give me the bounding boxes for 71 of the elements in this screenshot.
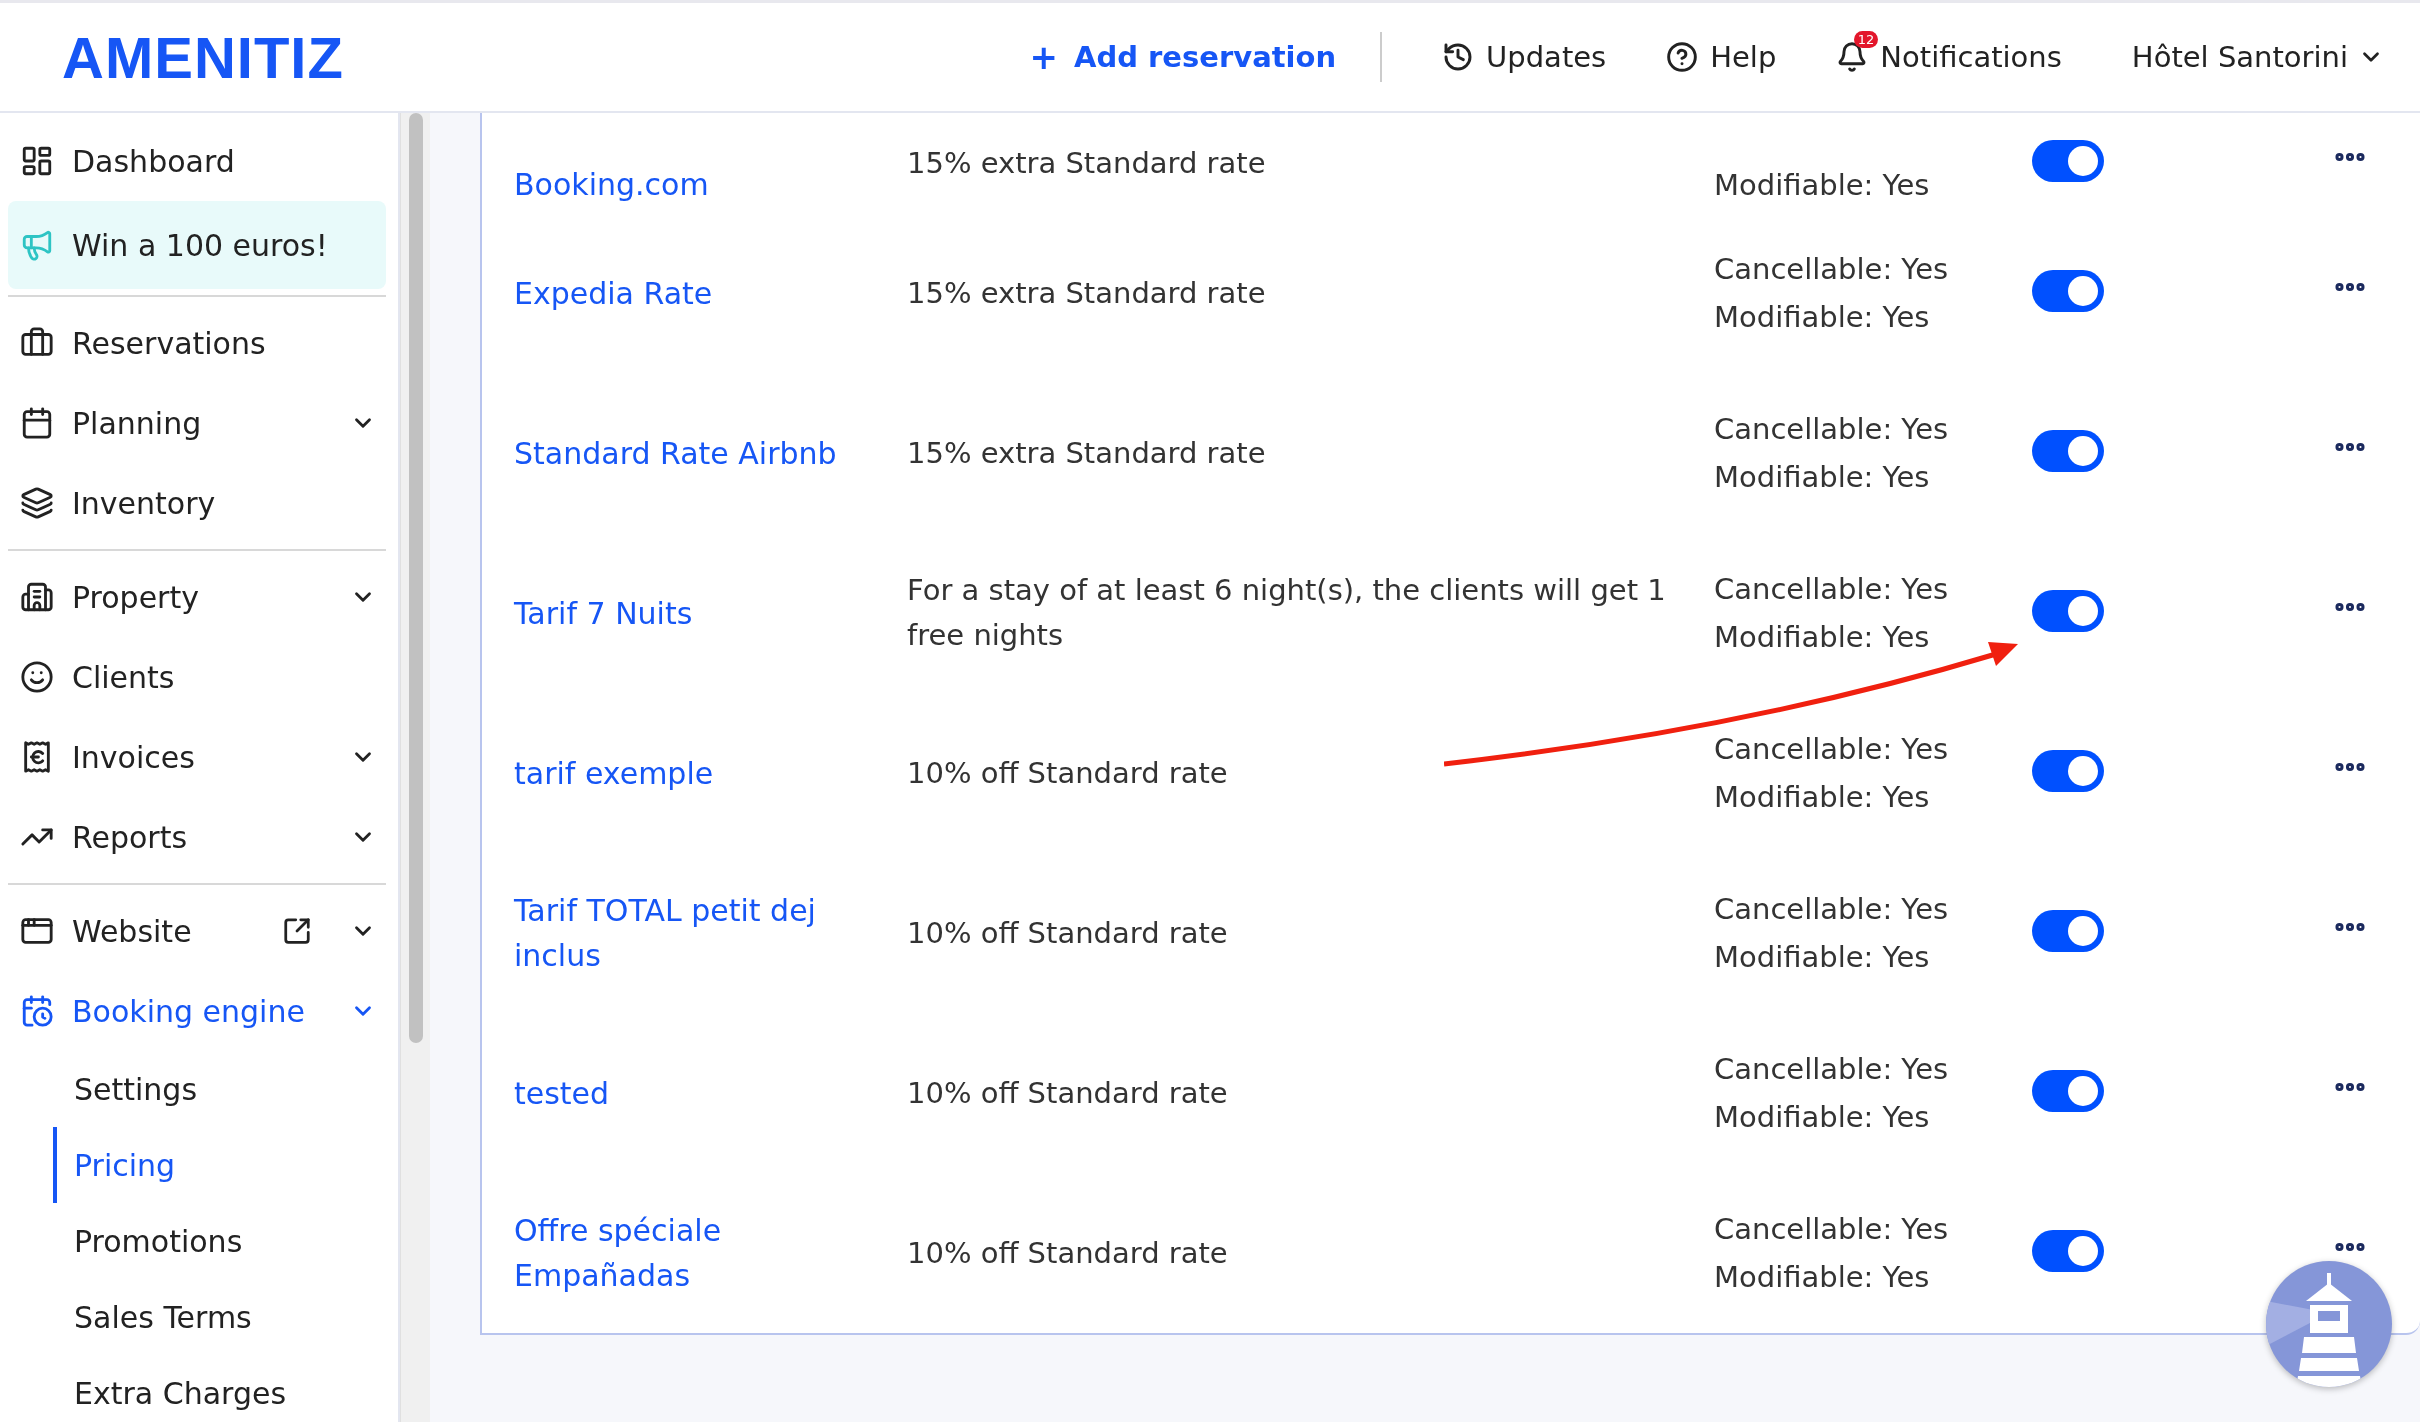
rate-name-link[interactable]: Standard Rate Airbnb bbox=[514, 430, 907, 476]
rate-condition: Modifiable: Yes bbox=[1714, 939, 1931, 976]
rate-description: 10% off Standard rate bbox=[907, 1234, 1229, 1272]
rate-condition: Modifiable: Yes bbox=[1714, 1099, 1931, 1136]
rate-condition: Cancellable: Yes bbox=[1714, 731, 1950, 768]
rate-description: 10% off Standard rate bbox=[907, 914, 1229, 952]
hotel-selector[interactable]: Hôtel Santorini bbox=[2125, 39, 2390, 75]
rate-description: 15% extra Standard rate bbox=[907, 434, 1267, 472]
rate-condition: Cancellable: Yes bbox=[1714, 411, 1950, 448]
rate-name-link[interactable]: tested bbox=[514, 1070, 907, 1116]
rate-name-link[interactable]: Booking.com bbox=[514, 161, 907, 207]
menu-icon bbox=[20, 228, 54, 262]
menu-icon bbox=[20, 580, 54, 614]
menu-icon bbox=[20, 660, 54, 694]
rate-description: For a stay of at least 6 night(s), the clients will get 1 free nights bbox=[907, 572, 1667, 654]
rate-condition: Modifiable: Yes bbox=[1714, 299, 1931, 336]
rate-name-link[interactable]: Tarif TOTAL petit dej inclus bbox=[514, 888, 907, 978]
rate-condition: Modifiable: Yes bbox=[1714, 779, 1931, 816]
rate-toggle[interactable] bbox=[2032, 1230, 2104, 1272]
rate-condition: Cancellable: Yes bbox=[1714, 891, 1950, 928]
menu-icon bbox=[20, 994, 54, 1028]
sidebar-subitem[interactable]: Pricing bbox=[53, 1127, 386, 1203]
rate-condition: Cancellable: Yes bbox=[1714, 1211, 1950, 1248]
sidebar-item[interactable]: Win a 100 euros! bbox=[8, 201, 386, 289]
rate-toggle[interactable] bbox=[2032, 140, 2104, 182]
help-icon bbox=[1666, 41, 1699, 73]
rate-toggle[interactable] bbox=[2032, 270, 2104, 312]
rate-condition: Modifiable: Yes bbox=[1714, 1259, 1931, 1296]
sidebar-subitem[interactable]: Promotions bbox=[53, 1203, 386, 1279]
sidebar-item[interactable]: Reservations bbox=[8, 303, 386, 383]
rate-toggle[interactable] bbox=[2032, 590, 2104, 632]
header-link[interactable]: Help bbox=[1666, 40, 1777, 74]
rate-name-link[interactable]: Offre spéciale Empañadas bbox=[514, 1208, 907, 1298]
menu-icon bbox=[20, 406, 54, 440]
logo: AMENITIZ bbox=[62, 23, 344, 91]
rate-description: 15% extra Standard rate bbox=[907, 274, 1267, 312]
sidebar-item[interactable]: Inventory bbox=[8, 463, 386, 543]
sidebar-item[interactable]: Dashboard bbox=[8, 121, 386, 201]
sidebar-item[interactable]: Property bbox=[8, 557, 386, 637]
rate-condition: Cancellable: Yes bbox=[1714, 571, 1950, 608]
rate-description: 15% extra Standard rate bbox=[907, 144, 1267, 182]
rate-condition: Cancellable: Yes bbox=[1714, 251, 1950, 288]
sidebar-item[interactable]: Clients bbox=[8, 637, 386, 717]
rate-name-link[interactable]: Expedia Rate bbox=[514, 270, 907, 316]
rate-toggle[interactable] bbox=[2032, 430, 2104, 472]
sidebar-item[interactable]: Website bbox=[8, 891, 386, 971]
sidebar-subitem[interactable]: Extra Charges bbox=[53, 1355, 386, 1422]
rate-condition: Modifiable: Yes bbox=[1714, 619, 1931, 656]
rate-name-link[interactable]: Tarif 7 Nuits bbox=[514, 590, 907, 636]
sidebar-item[interactable]: Booking engine bbox=[8, 971, 386, 1051]
rate-toggle[interactable] bbox=[2032, 750, 2104, 792]
sidebar-subitem[interactable]: Settings bbox=[53, 1051, 386, 1127]
header-link[interactable]: Updates bbox=[1442, 40, 1607, 74]
rate-toggle[interactable] bbox=[2032, 1070, 2104, 1112]
external-link-icon bbox=[282, 916, 312, 946]
sidebar-item[interactable]: Invoices bbox=[8, 717, 386, 797]
rate-toggle[interactable] bbox=[2032, 910, 2104, 952]
menu-icon bbox=[20, 144, 54, 178]
sidebar-subitem[interactable]: Sales Terms bbox=[53, 1279, 386, 1355]
menu-icon bbox=[20, 486, 54, 520]
rate-condition: Cancellable: Yes bbox=[1714, 1051, 1950, 1088]
sidebar-item[interactable]: Reports bbox=[8, 797, 386, 877]
rate-description: 10% off Standard rate bbox=[907, 754, 1229, 792]
sidebar-item[interactable]: Planning bbox=[8, 383, 386, 463]
rate-condition: Modifiable: Yes bbox=[1714, 459, 1931, 496]
notification-badge: 12 bbox=[1853, 31, 1879, 48]
rate-description: 10% off Standard rate bbox=[907, 1074, 1229, 1112]
rate-condition: Modifiable: Yes bbox=[1714, 167, 1931, 204]
add-reservation-button[interactable]: + Add reservation bbox=[1029, 32, 1383, 82]
rate-name-link[interactable]: tarif exemple bbox=[514, 750, 907, 796]
scrollbar[interactable] bbox=[400, 113, 430, 1422]
